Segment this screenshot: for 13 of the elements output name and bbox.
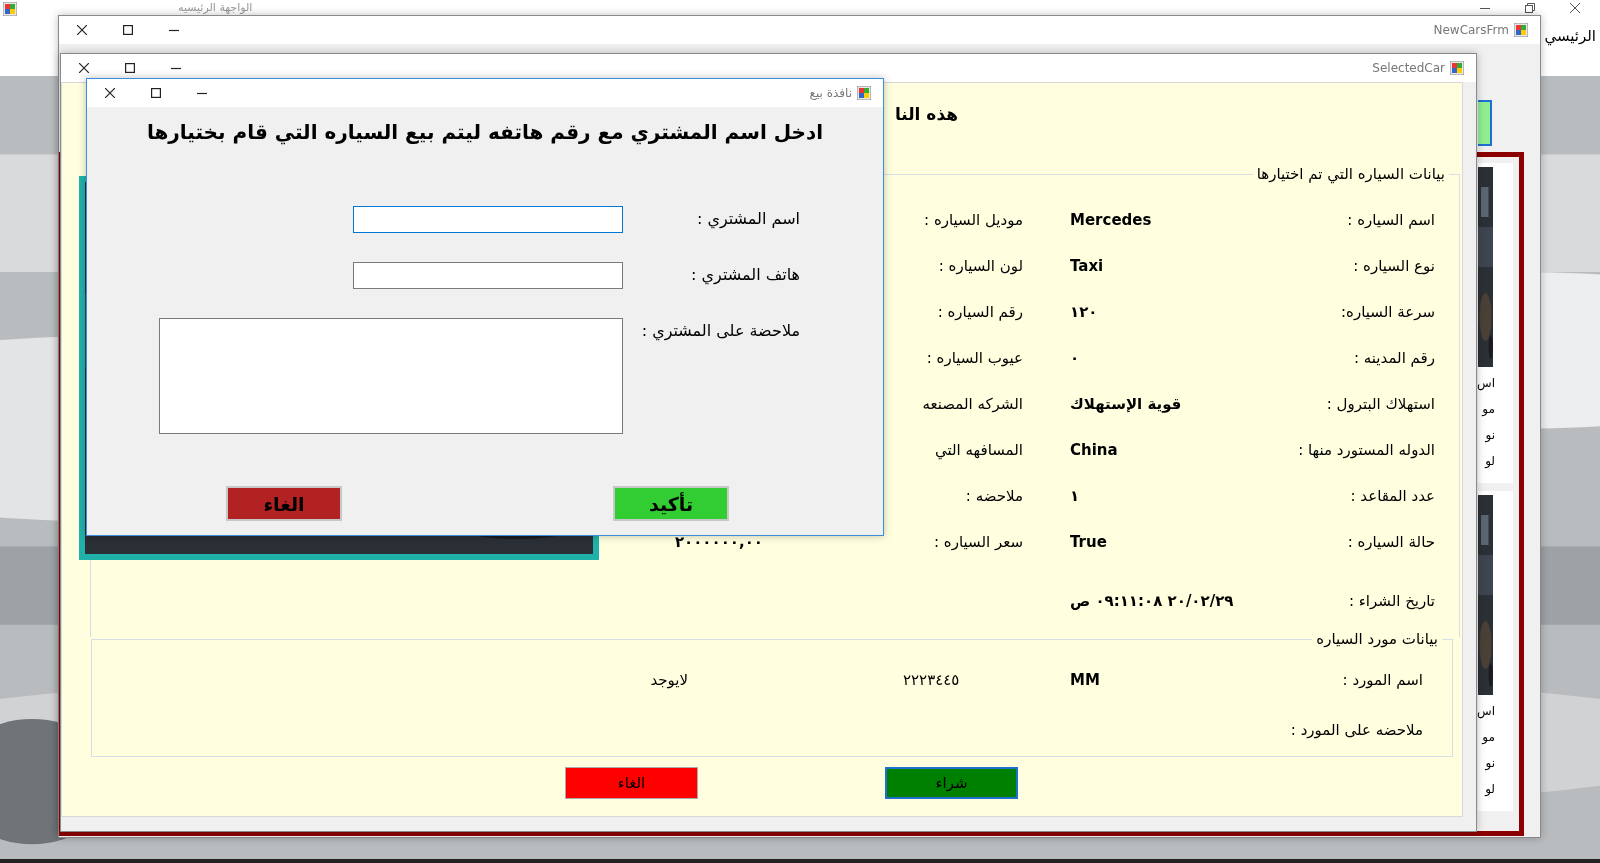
window-title: الواجهة الرئيسيه	[178, 0, 253, 16]
maximize-icon[interactable]	[125, 63, 135, 73]
maximize-icon[interactable]	[123, 25, 133, 35]
app-icon	[3, 2, 17, 16]
menu-item[interactable]: الرئيسي	[1544, 24, 1600, 48]
close-icon[interactable]	[79, 63, 89, 73]
window-title: SelectedCar	[1372, 60, 1445, 77]
window-title: NewCarsFrm	[1433, 22, 1509, 39]
app-icon	[1514, 23, 1528, 37]
app-icon	[1450, 61, 1464, 75]
close-icon[interactable]	[77, 25, 87, 35]
close-icon[interactable]	[1570, 3, 1580, 13]
restore-icon[interactable]	[1525, 3, 1535, 13]
